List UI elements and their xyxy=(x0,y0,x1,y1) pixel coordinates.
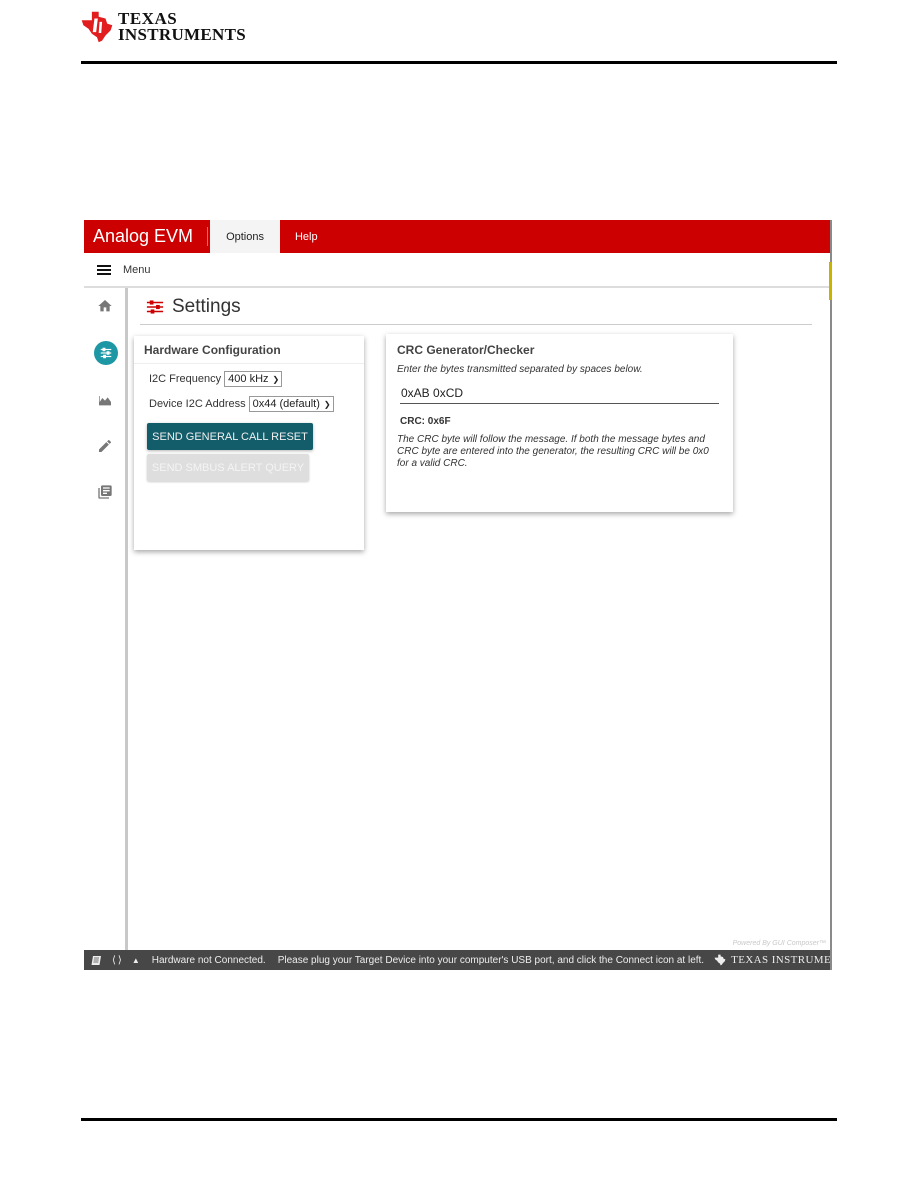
send-general-call-reset-button[interactable]: SEND GENERAL CALL RESET xyxy=(147,423,313,450)
brand-line2: Instruments xyxy=(118,25,246,44)
i2c-frequency-label: I2C Frequency xyxy=(149,373,222,385)
device-address-row: Device I2C Address 0x44 (default) ❯ xyxy=(149,396,364,412)
i2c-frequency-select[interactable]: 400 kHz ❯ xyxy=(224,371,283,387)
crc-hint: Enter the bytes transmitted separated by… xyxy=(397,364,643,375)
settings-sliders-icon xyxy=(146,300,164,314)
settings-sliders-icon[interactable] xyxy=(94,341,118,365)
page-title: Settings xyxy=(172,296,241,317)
send-smbus-alert-query-button: SEND SMBUS ALERT QUERY xyxy=(147,454,309,481)
hamburger-menu-icon[interactable] xyxy=(97,264,111,275)
app-bar: Analog EVM Options Help xyxy=(84,220,830,253)
pencil-icon[interactable] xyxy=(95,436,115,456)
device-address-label: Device I2C Address xyxy=(149,398,246,410)
ti-logo: Texas Instruments xyxy=(80,10,246,44)
app-title: Analog EVM xyxy=(84,220,209,253)
device-address-value: 0x44 (default) xyxy=(252,398,320,410)
book-icon[interactable] xyxy=(91,955,103,966)
card-title: CRC Generator/Checker xyxy=(397,343,535,357)
status-ti-logo: Texas Instruments xyxy=(714,954,830,966)
header-rule xyxy=(81,61,837,64)
device-address-select[interactable]: 0x44 (default) ❯ xyxy=(248,396,334,412)
app-window: Analog EVM Options Help Menu Settings Ha… xyxy=(84,220,832,970)
ti-state-logo-icon xyxy=(81,11,113,43)
library-books-icon[interactable] xyxy=(95,482,115,502)
connection-status: Hardware not Connected. xyxy=(151,954,266,966)
powered-by-label: Powered By GUI Composer™ xyxy=(732,940,826,947)
connection-message: Please plug your Target Device into your… xyxy=(277,954,705,966)
i2c-frequency-row: I2C Frequency 400 kHz ❯ xyxy=(149,371,364,387)
crc-bytes-input[interactable] xyxy=(400,384,719,404)
page-header: Settings xyxy=(146,296,241,318)
hardware-configuration-card: Hardware Configuration I2C Frequency 400… xyxy=(134,336,364,550)
chevron-down-icon: ❯ xyxy=(272,374,280,384)
menu-label[interactable]: Menu xyxy=(123,264,151,276)
crc-result: CRC: 0x6F xyxy=(400,416,451,427)
title-divider xyxy=(140,324,812,325)
connect-icon[interactable]: ⟨⟩ xyxy=(112,955,124,966)
menu-bar: Menu xyxy=(84,253,830,288)
footer-rule xyxy=(81,1118,837,1121)
status-bar: ⟨⟩ ▲ Hardware not Connected. Please plug… xyxy=(84,950,830,970)
crc-generator-card: CRC Generator/Checker Enter the bytes tr… xyxy=(386,334,733,512)
main-content: Settings Hardware Configuration I2C Freq… xyxy=(128,288,830,950)
status-brand: Texas Instruments xyxy=(731,954,830,966)
ti-wordmark: Texas Instruments xyxy=(118,10,246,44)
crc-note: The CRC byte will follow the message. If… xyxy=(397,434,709,469)
i2c-frequency-value: 400 kHz xyxy=(228,373,269,385)
home-icon[interactable] xyxy=(95,296,115,316)
area-chart-icon[interactable] xyxy=(95,390,115,410)
sidebar xyxy=(84,288,128,950)
chevron-down-icon: ❯ xyxy=(323,399,331,409)
tab-help[interactable]: Help xyxy=(280,220,333,253)
card-title: Hardware Configuration xyxy=(134,336,364,364)
ti-state-logo-icon xyxy=(714,954,726,966)
tab-options[interactable]: Options xyxy=(210,220,280,253)
caret-up-icon[interactable]: ▲ xyxy=(132,956,140,965)
